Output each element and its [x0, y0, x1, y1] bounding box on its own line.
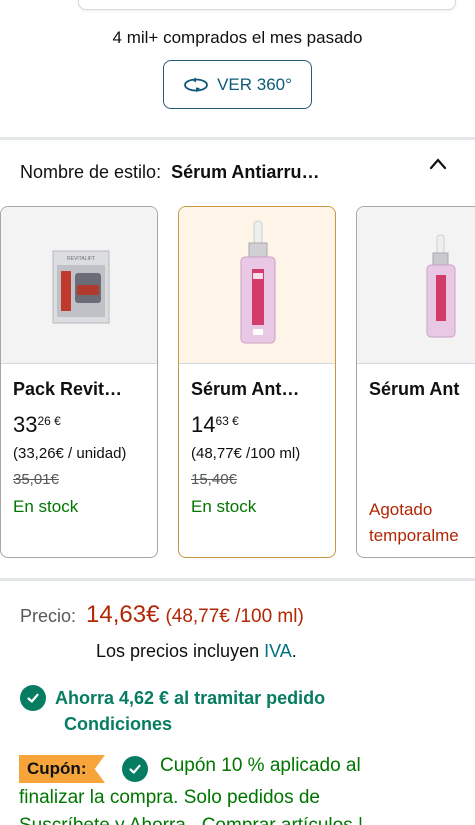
check-circle-icon	[122, 756, 148, 782]
tax-note-text: Los precios incluyen	[96, 641, 260, 661]
variant-card-serum-alt[interactable]: Sérum Ant Agotado temporalme	[356, 206, 475, 558]
variant-image-serum-alt	[357, 207, 475, 364]
variant-stock-status: Agotado temporalme	[369, 497, 459, 549]
tax-note-end: .	[291, 641, 297, 661]
stock-line: temporalme	[369, 526, 459, 545]
section-divider	[0, 137, 475, 140]
style-selector-header[interactable]: Nombre de estilo: Sérum Antiarru…	[20, 158, 460, 186]
serum-bottle-image	[426, 234, 456, 338]
price-row: Precio: 14,63€ (48,77€ /100 ml)	[20, 601, 304, 629]
variant-unit-price: (48,77€ /100 ml)	[191, 445, 301, 462]
variant-old-price: 35,01€	[13, 471, 59, 488]
tax-note: Los precios incluyen IVA.	[96, 641, 297, 662]
chevron-up-icon[interactable]	[428, 156, 448, 172]
variant-title: Pack Revit…	[13, 379, 123, 399]
variant-price: 1463 €	[191, 412, 239, 438]
price-value: 14,63€	[86, 601, 160, 628]
price-label: Precio:	[20, 606, 77, 626]
check-circle-icon	[20, 685, 46, 711]
variant-price: 3326 €	[13, 412, 61, 438]
price-whole: 14	[191, 412, 216, 437]
variant-old-price: 15,40€	[191, 471, 237, 488]
savings-line: Ahorra 4,62 € al tramitar pedido	[20, 685, 325, 711]
variant-stock-status: En stock	[13, 497, 79, 516]
section-divider	[0, 578, 475, 581]
coupon-text-line3[interactable]: Suscríbete y Ahorra . Comprar artículos …	[19, 815, 363, 825]
svg-text:REVITALIFT: REVITALIFT	[67, 256, 95, 262]
view-360-label: VER 360°	[217, 74, 292, 94]
variant-card-pack[interactable]: REVITALIFT Pack Revit… 3326 € (33,26€ / …	[0, 206, 158, 558]
conditions-link[interactable]: Condiciones	[64, 714, 172, 735]
stock-line: Agotado	[369, 500, 433, 519]
price-unit: (48,77€ /100 ml)	[165, 606, 304, 627]
price-whole: 33	[13, 412, 38, 437]
price-cents: 26 €	[37, 414, 61, 428]
price-cents: 63 €	[215, 414, 239, 428]
variant-image-pack: REVITALIFT	[1, 207, 157, 364]
variant-image-serum	[179, 207, 335, 364]
variant-title: Sérum Ant	[369, 379, 460, 399]
search-box-edge	[78, 0, 456, 10]
rotate-360-icon	[184, 77, 208, 92]
variant-stock-status: En stock	[191, 497, 257, 516]
view-360-button[interactable]: VER 360°	[163, 60, 312, 109]
coupon-text-line2: finalizar la compra. Solo pedidos de	[19, 787, 321, 808]
variant-unit-price: (33,26€ / unidad)	[13, 445, 127, 462]
purchase-count-text: 4 mil+ comprados el mes pasado	[112, 28, 363, 47]
style-value: Sérum Antiarru…	[171, 161, 320, 182]
product-box-image: REVITALIFT	[52, 250, 110, 324]
variant-card-serum-selected[interactable]: Sérum Ant… 1463 € (48,77€ /100 ml) 15,40…	[178, 206, 336, 558]
serum-bottle-image	[240, 220, 276, 344]
coupon-badge: Cupón:	[19, 755, 105, 783]
iva-link[interactable]: IVA	[264, 641, 292, 661]
coupon-badge-label: Cupón:	[27, 759, 87, 778]
style-label: Nombre de estilo:	[20, 161, 162, 182]
variant-title: Sérum Ant…	[191, 379, 300, 399]
coupon-text-line1: Cupón 10 % aplicado al	[160, 755, 361, 776]
savings-text: Ahorra 4,62 € al tramitar pedido	[55, 687, 326, 708]
